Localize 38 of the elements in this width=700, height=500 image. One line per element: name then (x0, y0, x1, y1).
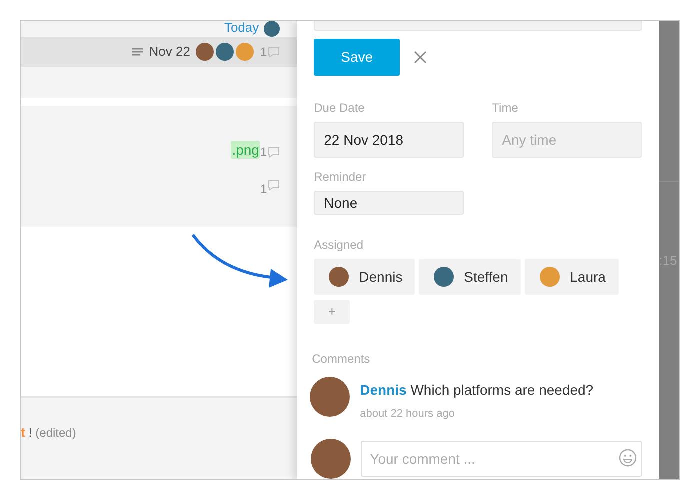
avatar (236, 43, 254, 61)
avatar (434, 267, 454, 288)
time-field[interactable]: Any time (492, 122, 642, 158)
due-date: Nov 22 (149, 43, 190, 62)
avatar (311, 439, 352, 479)
avatar (264, 21, 280, 37)
field-label: Due Date (314, 102, 366, 114)
comment-count: 1 (260, 144, 268, 161)
speech-bubble-icon (268, 146, 280, 158)
assignee-chip[interactable]: Laura (525, 259, 620, 296)
field-label: Assigned (314, 239, 365, 252)
comment-text: Dennis Which platforms are needed? (360, 380, 594, 400)
assignee-chip[interactable]: Dennis (314, 259, 416, 296)
speech-bubble-icon (268, 180, 280, 191)
lines-icon (132, 48, 144, 56)
avatar (216, 43, 234, 61)
section-label: Comments (312, 352, 372, 364)
message-text: t ! (edited) (21, 424, 76, 442)
due-date: Today (224, 21, 260, 34)
comment-time: about 22 hours ago (360, 406, 456, 422)
assignee-chip[interactable]: Steffen (419, 259, 522, 296)
close-icon[interactable] (414, 51, 428, 64)
speech-bubble-icon (268, 46, 280, 58)
comment-count: 1 (260, 181, 268, 198)
avatar (196, 43, 214, 61)
list-row[interactable]: Nov 22 1 (21, 37, 298, 67)
file-tag: .png (231, 141, 260, 159)
avatar (310, 376, 350, 416)
smiley-icon[interactable] (619, 449, 638, 467)
comment-field[interactable]: Your comment ... (361, 441, 642, 477)
comment-count: 1 (260, 44, 268, 61)
field-label: Time (492, 102, 520, 114)
input-field[interactable] (314, 21, 642, 31)
field-label: Reminder (314, 171, 368, 183)
avatar (540, 267, 560, 288)
avatar (329, 267, 350, 288)
reminder-field[interactable]: None (314, 191, 464, 216)
date-field[interactable]: 22 Nov 2018 (314, 122, 464, 158)
